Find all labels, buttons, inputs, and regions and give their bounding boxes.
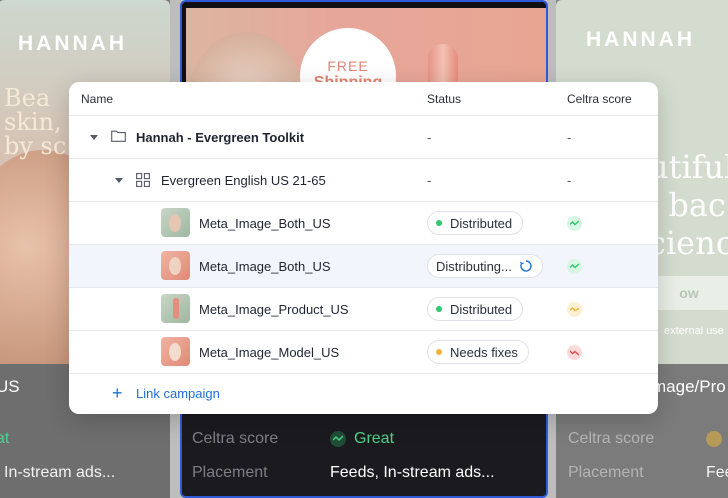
placement-value: In-stream ads... [4, 464, 116, 481]
ad-headline: utiful , bac cience [648, 148, 728, 262]
table-row-folder[interactable]: Hannah - Evergreen Toolkit - - [69, 116, 658, 159]
collapse-caret-icon[interactable] [115, 178, 123, 183]
column-header-score[interactable]: Celtra score [567, 92, 632, 106]
status-label: Distributing... [436, 258, 512, 274]
loading-spinner-icon [519, 260, 532, 272]
brand-logo-text: HANNAH [18, 32, 127, 55]
folder-icon [111, 130, 126, 142]
brand-logo-text: HANNAH [586, 28, 695, 51]
thumbnail-face-icon [169, 214, 181, 232]
placement-label: Placement [192, 464, 268, 481]
headline-line: utiful [648, 148, 728, 186]
ad-card-info: Celtra score Great Placement Feeds, In-s… [182, 414, 546, 496]
campaign-grid-icon [136, 173, 150, 187]
table-row-asset[interactable]: Meta_Image_Product_US Distributed [69, 288, 658, 331]
campaign-name: Evergreen English US 21-65 [161, 172, 326, 188]
asset-thumbnail [161, 337, 190, 366]
table-row-campaign[interactable]: Evergreen English US 21-65 - - [69, 159, 658, 202]
status-badge: Distributed [427, 297, 524, 321]
ad-disclaimer: external use [664, 325, 724, 337]
status-badge: Needs fixes [427, 340, 529, 364]
placement-value: Feeds, In-stream ads... [330, 464, 495, 481]
score-label: Celtra score [192, 430, 279, 447]
status-badge: Distributed [427, 211, 524, 235]
table-row-asset[interactable]: Meta_Image_Both_US Distributed [69, 202, 658, 245]
thumbnail-product-icon [173, 298, 179, 319]
table-row-asset[interactable]: Meta_Image_Model_US Needs fixes [69, 331, 658, 374]
column-header-name[interactable]: Name [81, 92, 113, 106]
score-ok-icon [706, 431, 722, 447]
thumbnail-face-icon [169, 257, 181, 275]
asset-thumbnail [161, 251, 190, 280]
status-label: Distributed [450, 215, 513, 231]
link-campaign-label: Link campaign [136, 386, 220, 401]
ad-card-title: US [0, 377, 20, 396]
headline-line: cience [648, 224, 728, 262]
headline-line: , bac [648, 186, 726, 224]
folder-name: Hannah - Evergreen Toolkit [136, 129, 305, 145]
score-text: - [567, 129, 572, 145]
score-ok-icon [567, 302, 582, 317]
table-row-asset[interactable]: Meta_Image_Both_US Distributing... [69, 245, 658, 288]
thumbnail-face-icon [169, 343, 181, 361]
score-great-icon [330, 431, 346, 447]
ad-card-title: mage/Pro [652, 377, 726, 396]
score-value: at [0, 430, 10, 447]
asset-name: Meta_Image_Both_US [199, 215, 331, 231]
status-text: - [427, 172, 432, 188]
asset-name: Meta_Image_Model_US [199, 344, 340, 360]
placement-value: Fee [706, 464, 728, 481]
placement-label: Placement [568, 464, 644, 481]
asset-thumbnail [161, 208, 190, 237]
linked-campaigns-popup: Name Status Celtra score Hannah - Evergr… [69, 82, 658, 414]
status-dot-icon [436, 220, 442, 226]
collapse-caret-icon[interactable] [90, 135, 98, 140]
score-great-icon [567, 259, 582, 274]
status-dot-icon [436, 306, 442, 312]
score-poor-icon [567, 345, 582, 360]
badge-line: FREE [327, 58, 369, 74]
status-text: - [427, 129, 432, 145]
score-label: Celtra score [568, 430, 655, 447]
table-header: Name Status Celtra score [69, 82, 658, 116]
status-label: Distributed [450, 301, 513, 317]
asset-name: Meta_Image_Product_US [199, 301, 349, 317]
score-great-icon [567, 216, 582, 231]
column-header-status[interactable]: Status [427, 92, 461, 106]
plus-icon: + [112, 383, 123, 403]
score-text: - [567, 172, 572, 188]
status-dot-icon [436, 349, 442, 355]
link-campaign-button[interactable]: + Link campaign [69, 382, 658, 406]
score-value-group: Great [330, 430, 394, 448]
score-value: Great [354, 430, 395, 447]
asset-thumbnail [161, 294, 190, 323]
status-label: Needs fixes [450, 344, 518, 360]
asset-name: Meta_Image_Both_US [199, 258, 331, 274]
status-badge: Distributing... [427, 254, 543, 278]
